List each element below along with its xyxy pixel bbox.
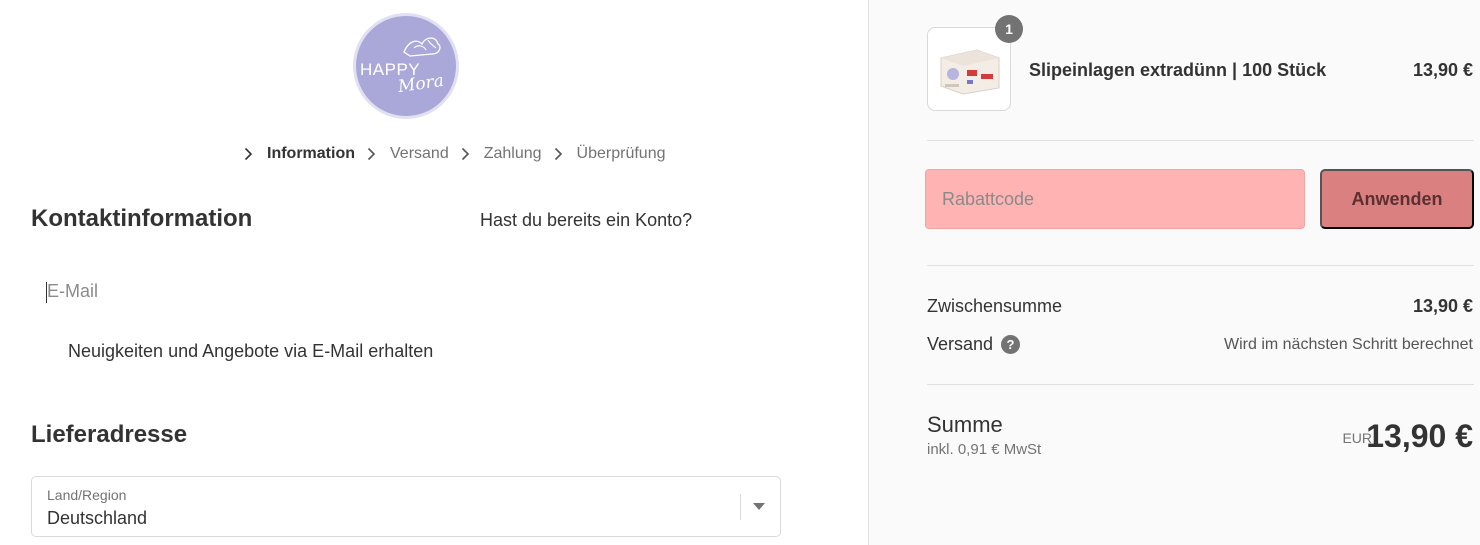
divider (927, 140, 1474, 141)
subtotal-label: Zwischensumme (927, 296, 1063, 316)
email-field[interactable]: E-Mail (31, 266, 781, 318)
product-name: Slipeinlagen extradünn | 100 Stück (1029, 60, 1327, 80)
newsletter-option[interactable]: Neuigkeiten und Angebote via E-Mail erha… (31, 336, 433, 366)
product-box-icon (940, 49, 1000, 95)
apply-discount-button[interactable]: Anwenden (1320, 169, 1474, 229)
breadcrumb-zahlung: Zahlung (483, 145, 542, 162)
contact-heading: Kontaktinformation (31, 205, 253, 232)
discount-placeholder: Rabattcode (942, 189, 1035, 209)
divider (927, 265, 1474, 266)
breadcrumb-information: Information (267, 145, 355, 162)
select-divider (740, 494, 741, 520)
breadcrumb-versand: Versand (390, 145, 449, 162)
total-label: Summe (927, 412, 1003, 437)
divider (927, 384, 1474, 385)
country-select-value: Deutschland (47, 508, 148, 528)
tax-note: inkl. 0,91 € MwSt (927, 441, 1042, 458)
flower-logo-icon (403, 37, 441, 57)
country-select[interactable]: Land/Region Deutschland (31, 476, 781, 537)
chevron-right-icon (461, 147, 473, 161)
order-summary: 1 Slipeinlagen extradünn | 100 Stück 13,… (868, 0, 1480, 545)
newsletter-label: Neuigkeiten und Angebote via E-Mail erha… (68, 340, 434, 361)
email-placeholder: E-Mail (47, 281, 99, 301)
discount-code-input[interactable]: Rabattcode (925, 169, 1305, 229)
product-price: 13,90 € (1412, 60, 1473, 80)
total-value: 13,90 € (1366, 418, 1473, 454)
shipping-label: Versand (927, 334, 994, 354)
chevron-right-icon (244, 147, 256, 161)
checkout-main: HAPPY Mora Information Versand Zahlung Ü… (0, 0, 868, 545)
chevron-down-icon[interactable] (753, 503, 765, 510)
quantity-badge: 1 (995, 15, 1023, 43)
store-logo[interactable]: HAPPY Mora (353, 13, 459, 119)
chevron-right-icon (367, 147, 379, 161)
breadcrumb-ueberpruefung: Überprüfung (576, 145, 666, 162)
country-select-label: Land/Region (47, 487, 127, 503)
login-link[interactable]: Hast du bereits ein Konto? (480, 210, 692, 231)
help-icon[interactable]: ? (1001, 335, 1020, 354)
newsletter-checkbox[interactable] (37, 342, 55, 360)
shipping-value: Wird im nächsten Schritt berechnet (1224, 336, 1473, 353)
breadcrumb: Information Versand Zahlung Überprüfung (244, 144, 678, 164)
shipping-address-heading: Lieferadresse (31, 421, 188, 448)
chevron-right-icon (554, 147, 566, 161)
subtotal-value: 13,90 € (1412, 296, 1473, 316)
product-thumbnail (927, 27, 1011, 111)
